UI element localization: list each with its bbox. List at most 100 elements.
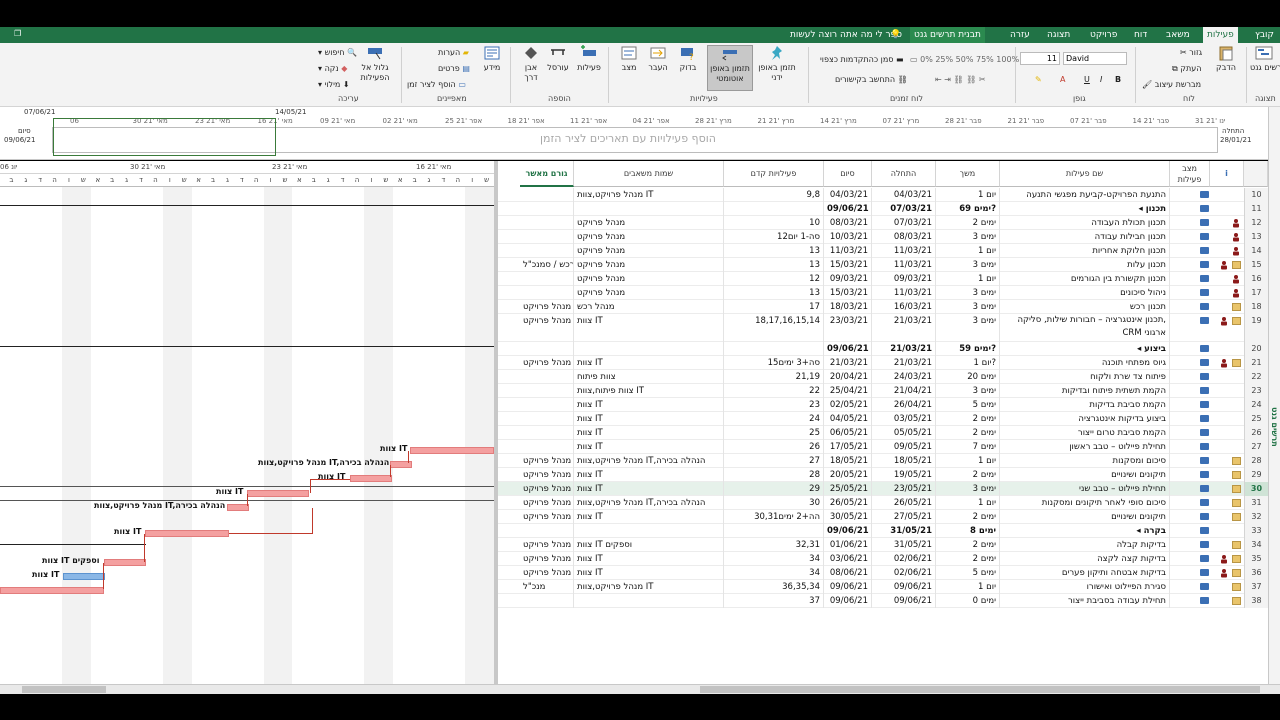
column-header-name[interactable]: שם פעילות <box>1000 161 1170 187</box>
cell-finish[interactable]: 09/06/21 <box>824 342 872 356</box>
cell-res[interactable]: צוות IT <box>574 468 724 482</box>
font-name-box[interactable]: David <box>1063 52 1127 65</box>
cell-name[interactable]: תכנון אינטגרציה – חבורות שילות, סליקה, C… <box>1000 314 1170 342</box>
cell-duration[interactable]: 3 ימים <box>936 286 1000 300</box>
cell-approver[interactable]: מנהל פרויקט <box>520 356 574 370</box>
row-number[interactable]: 22 <box>1244 370 1268 384</box>
table-row[interactable]: צוות IT 25 06/05/21 05/05/21 2 ימים הקמת סביב… <box>498 426 1268 440</box>
row-number[interactable]: 20 <box>1244 342 1268 356</box>
cell-start[interactable]: 02/06/21 <box>872 566 936 580</box>
cell-name[interactable]: תחילת פיילוט – טבב שני <box>1000 482 1170 496</box>
cell-start[interactable]: 26/04/21 <box>872 398 936 412</box>
cell-finish[interactable]: 06/05/21 <box>824 426 872 440</box>
cell-approver[interactable]: מנהל פרויקט <box>520 300 574 314</box>
table-row[interactable]: מנהל רכש / סמנכ"למנהל פרויקט1315/03/2111… <box>498 258 1268 272</box>
cell-res[interactable]: צוות IT <box>574 356 724 370</box>
bold-icon[interactable]: B <box>1115 75 1121 85</box>
table-row[interactable]: 37 09/06/21 09/06/21 0 ימים תחילת עבודה בסבי… <box>498 594 1268 608</box>
cell-finish[interactable]: 17/05/21 <box>824 440 872 454</box>
cell-res[interactable]: מנהל פרויקט,צוות IT,הנהלה בכירה <box>574 496 724 510</box>
gantt-task-bar[interactable] <box>145 530 229 537</box>
cell-res[interactable]: מנהל פרויקט <box>574 244 724 258</box>
cell-approver[interactable]: מנהל פרויקט <box>520 314 574 342</box>
cell-approver[interactable]: מנכ"ל <box>520 580 574 594</box>
column-header-start[interactable]: התחלה <box>872 161 936 187</box>
gantt-chart-button[interactable]: תרשים גנט <box>1250 45 1280 73</box>
cell-name[interactable]: תכנון עלות <box>1000 258 1170 272</box>
cell-name[interactable]: תחילת פיילוט – טבב ראשון <box>1000 440 1170 454</box>
paste-button[interactable]: הדבק <box>1212 45 1240 73</box>
row-number[interactable]: 26 <box>1244 426 1268 440</box>
cell-finish[interactable]: 18/03/21 <box>824 300 872 314</box>
cell-finish[interactable]: 04/03/21 <box>824 188 872 202</box>
cell-duration[interactable]: 1 יום <box>936 188 1000 202</box>
table-row[interactable]: מנהל פרויקט צוות IT 30,31הה+2 ימים 30/05/21… <box>498 510 1268 524</box>
cell-start[interactable]: 09/06/21 <box>872 594 936 608</box>
cell-finish[interactable]: 20/04/21 <box>824 370 872 384</box>
column-header-mode[interactable]: מצב פעילות <box>1170 161 1210 187</box>
cell-pred[interactable]: 36,35,34 <box>724 580 824 594</box>
task-button[interactable]: פעילות <box>574 45 604 73</box>
gantt-task-bar[interactable] <box>63 573 105 580</box>
note-icon[interactable] <box>1232 499 1241 507</box>
cell-name[interactable]: תכנון תכולת העבודה <box>1000 216 1170 230</box>
cell-duration[interactable]: 3 ימים <box>936 384 1000 398</box>
cell-start[interactable]: 08/03/21 <box>872 230 936 244</box>
cell-approver[interactable]: מנהל רכש / סמנכ"ל <box>520 258 574 272</box>
cell-res[interactable]: צוות IT <box>574 482 724 496</box>
cell-duration[interactable]: 59 ימים? <box>936 342 1000 356</box>
row-number[interactable]: 27 <box>1244 440 1268 454</box>
note-icon[interactable] <box>1232 597 1241 605</box>
table-row[interactable]: מנכ"ל מנהל פרויקט,צוות IT 36,35,34 09/06/21… <box>498 580 1268 594</box>
cell-finish[interactable]: 15/03/21 <box>824 258 872 272</box>
format-painter-button[interactable]: 🖌 מברשת עיצוב <box>1142 80 1201 90</box>
cell-finish[interactable]: 30/05/21 <box>824 510 872 524</box>
cell-approver[interactable] <box>520 384 574 398</box>
column-header-resources[interactable]: שמות משאבים <box>574 161 724 187</box>
cell-duration[interactable]: 2 ימים <box>936 412 1000 426</box>
row-number[interactable]: 33 <box>1244 524 1268 538</box>
cell-res[interactable]: מנהל פרויקט <box>574 272 724 286</box>
cell-duration[interactable]: 8 ימים <box>936 524 1000 538</box>
cell-finish[interactable]: 09/06/21 <box>824 524 872 538</box>
cell-start[interactable]: 19/05/21 <box>872 468 936 482</box>
cell-name[interactable]: גיוס מפתחי תוכנה <box>1000 356 1170 370</box>
cell-finish[interactable]: 09/06/21 <box>824 202 872 216</box>
table-row[interactable]: מנהל פרויקט צוות IT 15סה+3 ימים 21/03/21 21/… <box>498 356 1268 370</box>
inspect-button[interactable]: ? בדוק <box>674 45 702 73</box>
cell-approver[interactable] <box>520 188 574 202</box>
row-number[interactable]: 24 <box>1244 398 1268 412</box>
cell-approver[interactable]: מנהל פרויקט <box>520 510 574 524</box>
cell-approver[interactable]: מנהל פרויקט <box>520 468 574 482</box>
cell-start[interactable]: 11/03/21 <box>872 258 936 272</box>
cell-finish[interactable]: 09/03/21 <box>824 272 872 286</box>
cell-start[interactable]: 05/05/21 <box>872 426 936 440</box>
row-number[interactable]: 15 <box>1244 258 1268 272</box>
note-icon[interactable] <box>1232 569 1241 577</box>
cell-name[interactable]: ביצוע בדיקות אינטגרציה <box>1000 412 1170 426</box>
tab-project[interactable]: פרויקט <box>1090 27 1117 43</box>
tab-file[interactable]: קובץ <box>1255 27 1274 43</box>
cell-res[interactable] <box>574 342 724 356</box>
table-row[interactable]: מנהל פרויקט צוות IT 18,17,16,15,14 23/03/21… <box>498 314 1268 342</box>
cell-start[interactable]: 03/05/21 <box>872 412 936 426</box>
row-number[interactable]: 10 <box>1244 188 1268 202</box>
row-number[interactable]: 17 <box>1244 286 1268 300</box>
cell-res[interactable]: צוות IT <box>574 426 724 440</box>
cell-name[interactable]: הקמת סביבת טרום ייצור <box>1000 426 1170 440</box>
cell-start[interactable]: 09/03/21 <box>872 272 936 286</box>
table-scroll-thumb[interactable] <box>700 686 1260 693</box>
cell-duration[interactable]: 1 יום? <box>936 356 1000 370</box>
cell-name[interactable]: סיכום סופי לאחר תיקונים ומסקנות <box>1000 496 1170 510</box>
cell-approver[interactable] <box>520 594 574 608</box>
cell-duration[interactable]: 2 ימים <box>936 510 1000 524</box>
cell-name[interactable]: סיכום ומסקנות <box>1000 454 1170 468</box>
row-number[interactable]: 38 <box>1244 594 1268 608</box>
cell-res[interactable]: צוות IT <box>574 566 724 580</box>
cell-approver[interactable]: מנהל פרויקט <box>520 496 574 510</box>
cell-name[interactable]: הקמת תשתית פיתוח ובדיקות <box>1000 384 1170 398</box>
cell-pred[interactable] <box>724 342 824 356</box>
table-row[interactable]: מנהל פרויקט מנהל פרויקט,צוות IT,הנהלה בכי… <box>498 454 1268 468</box>
fill-button[interactable]: ▾ מילוי ⬇ <box>318 80 350 90</box>
cell-start[interactable]: 26/05/21 <box>872 496 936 510</box>
